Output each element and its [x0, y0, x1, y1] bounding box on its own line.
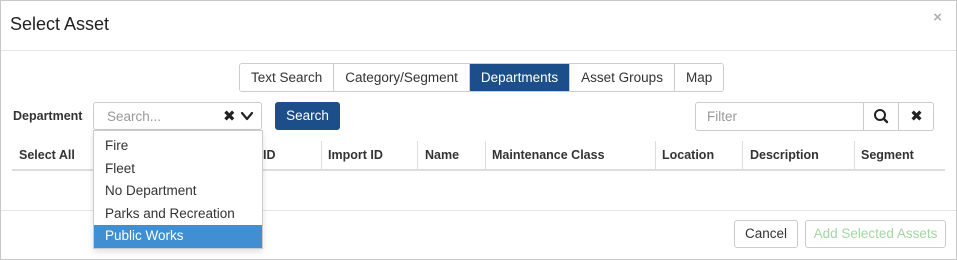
tab-departments[interactable]: Departments	[469, 64, 571, 91]
search-icon	[874, 109, 889, 124]
department-option-no-department[interactable]: No Department	[94, 180, 262, 203]
tab-text-search[interactable]: Text Search	[240, 64, 335, 91]
maintenance-class-header: Maintenance Class	[492, 148, 605, 162]
filter-clear-button[interactable]: ✖	[898, 102, 934, 131]
department-label: Department	[13, 109, 83, 123]
location-header: Location	[662, 148, 715, 162]
column-divider	[485, 141, 486, 169]
department-select[interactable]: Search... ✖	[93, 102, 262, 130]
department-search-input[interactable]: Search...	[107, 109, 161, 124]
modal-title: Select Asset	[10, 14, 110, 34]
filter-input[interactable]: Filter	[707, 109, 737, 124]
column-divider	[417, 141, 418, 169]
column-divider	[655, 141, 656, 169]
id-header: ID	[263, 148, 276, 162]
department-option-parks-and-recreation[interactable]: Parks and Recreation	[94, 203, 262, 226]
department-dropdown-list: Fire Fleet No Department Parks and Recre…	[93, 130, 263, 249]
close-icon[interactable]: ✖	[223, 107, 236, 125]
filter-group: Filter ✖	[695, 102, 934, 131]
column-divider	[742, 141, 743, 169]
select-all-header[interactable]: Select All	[19, 148, 75, 162]
tab-asset-groups[interactable]: Asset Groups	[570, 64, 675, 91]
name-header: Name	[425, 148, 460, 162]
close-icon: ✖	[910, 108, 923, 125]
department-option-fleet[interactable]: Fleet	[94, 158, 262, 181]
import-id-header: Import ID	[328, 148, 383, 162]
search-mode-tabs: Text Search Category/Segment Departments…	[239, 63, 725, 92]
modal-header: Select Asset ×	[1, 1, 956, 51]
cancel-button[interactable]: Cancel	[734, 220, 798, 248]
tab-map[interactable]: Map	[674, 64, 724, 91]
chevron-down-icon[interactable]	[240, 109, 254, 123]
search-button[interactable]: Search	[275, 102, 340, 130]
description-header: Description	[750, 148, 819, 162]
segment-header: Segment	[861, 148, 914, 162]
close-icon[interactable]: ×	[933, 9, 942, 26]
add-selected-assets-button[interactable]: Add Selected Assets	[805, 220, 946, 248]
select-asset-modal: Select Asset × Text Search Category/Segm…	[0, 0, 957, 260]
department-option-fire[interactable]: Fire	[94, 135, 262, 158]
department-option-public-works[interactable]: Public Works	[94, 225, 262, 248]
filter-search-button[interactable]	[863, 102, 898, 131]
column-divider	[854, 141, 855, 169]
column-divider	[321, 141, 322, 169]
tab-category-segment[interactable]: Category/Segment	[334, 64, 470, 91]
